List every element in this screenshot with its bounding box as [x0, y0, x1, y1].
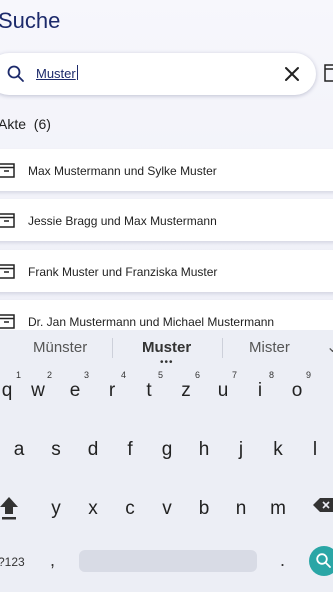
key-w[interactable]: 2w	[22, 370, 54, 408]
backspace-icon[interactable]	[313, 497, 333, 513]
page-title: Suche	[0, 8, 61, 33]
search-field[interactable]: Muster	[0, 53, 316, 95]
archive-icon[interactable]	[324, 63, 333, 83]
archive-box-icon	[0, 163, 15, 178]
section-count: (6)	[33, 116, 51, 132]
key-label: a	[13, 439, 25, 460]
symbols-key[interactable]: ?123	[0, 555, 25, 569]
search-icon	[316, 553, 331, 568]
key-hint: 1	[15, 370, 21, 380]
app-screen: Suche Muster Akte (6) Max Mustermann und…	[0, 0, 333, 330]
list-item-label: Max Mustermann und Sylke Muster	[28, 164, 217, 178]
list-item-label: Dr. Jan Mustermann und Michael Musterman…	[28, 315, 275, 329]
suggestion-bar: Münster Muster ••• Mister ⌄	[0, 330, 333, 368]
archive-box-icon	[0, 264, 15, 279]
list-item[interactable]: Jessie Bragg und Max Mustermann	[0, 199, 333, 241]
comma-key[interactable]: ,	[50, 550, 55, 571]
key-label: e	[69, 380, 81, 401]
key-label: h	[198, 439, 210, 460]
key-label: r	[108, 380, 116, 401]
key-y[interactable]: y	[40, 488, 72, 526]
key-label: b	[198, 498, 210, 519]
section-header: Akte (6)	[0, 116, 51, 132]
key-hint: 8	[268, 370, 274, 380]
key-o[interactable]: 9o	[281, 370, 313, 408]
key-label: s	[51, 439, 61, 460]
key-label: j	[238, 439, 244, 460]
key-label: x	[88, 498, 98, 519]
key-label: k	[273, 439, 283, 460]
key-label: n	[235, 498, 247, 519]
key-j[interactable]: j	[225, 429, 257, 467]
key-u[interactable]: 7u	[207, 370, 239, 408]
key-label: v	[162, 498, 172, 519]
suggestion-divider	[222, 338, 223, 358]
key-g[interactable]: g	[151, 429, 183, 467]
key-label: g	[161, 439, 173, 460]
key-q[interactable]: 1q	[0, 370, 23, 408]
suggestion-right[interactable]: Mister	[249, 339, 290, 356]
suggestion-center[interactable]: Muster	[142, 339, 191, 356]
key-l[interactable]: l	[299, 429, 331, 467]
more-suggestions-dots: •••	[160, 357, 174, 368]
key-label: t	[146, 380, 152, 401]
section-title: Akte	[0, 116, 27, 132]
search-input[interactable]: Muster	[36, 65, 78, 81]
list-item-label: Frank Muster und Franziska Muster	[28, 265, 218, 279]
key-a[interactable]: a	[3, 429, 35, 467]
key-r[interactable]: 4r	[96, 370, 128, 408]
suggestion-divider	[112, 338, 113, 358]
key-label: u	[217, 380, 229, 401]
key-label: m	[270, 498, 286, 519]
key-i[interactable]: 8i	[244, 370, 276, 408]
key-hint: 5	[157, 370, 163, 380]
list-item[interactable]: Dr. Jan Mustermann und Michael Musterman…	[0, 300, 333, 330]
key-label: c	[125, 498, 135, 519]
key-hint: 3	[83, 370, 89, 380]
archive-box-icon	[0, 314, 15, 329]
key-hint: 7	[231, 370, 237, 380]
key-hint: 2	[46, 370, 52, 380]
key-c[interactable]: c	[114, 488, 146, 526]
key-x[interactable]: x	[77, 488, 109, 526]
key-label: w	[31, 380, 45, 401]
list-item[interactable]: Max Mustermann und Sylke Muster	[0, 149, 333, 191]
spacebar[interactable]	[79, 550, 257, 572]
key-label: z	[181, 380, 191, 401]
key-hint: 9	[305, 370, 311, 380]
key-z[interactable]: 6z	[170, 370, 202, 408]
key-s[interactable]: s	[40, 429, 72, 467]
key-d[interactable]: d	[77, 429, 109, 467]
key-m[interactable]: m	[262, 488, 294, 526]
key-hint: 4	[120, 370, 126, 380]
key-label: q	[1, 380, 13, 401]
key-v[interactable]: v	[151, 488, 183, 526]
key-b[interactable]: b	[188, 488, 220, 526]
search-icon	[7, 65, 24, 82]
key-label: o	[291, 380, 303, 401]
close-icon[interactable]	[282, 64, 302, 84]
suggestion-left[interactable]: Münster	[33, 339, 87, 356]
key-n[interactable]: n	[225, 488, 257, 526]
list-item[interactable]: Frank Muster und Franziska Muster	[0, 250, 333, 292]
key-f[interactable]: f	[114, 429, 146, 467]
key-k[interactable]: k	[262, 429, 294, 467]
key-label: d	[87, 439, 99, 460]
key-label: f	[127, 439, 133, 460]
chevron-down-icon[interactable]: ⌄	[326, 337, 333, 357]
list-item-label: Jessie Bragg und Max Mustermann	[28, 214, 217, 228]
key-h[interactable]: h	[188, 429, 220, 467]
archive-box-icon	[0, 213, 15, 228]
key-e[interactable]: 3e	[59, 370, 91, 408]
on-screen-keyboard: Münster Muster ••• Mister ⌄ 1q 2w 3e 4r …	[0, 330, 333, 592]
period-key[interactable]: .	[280, 550, 285, 571]
key-t[interactable]: 5t	[133, 370, 165, 408]
keyboard-search-button[interactable]	[309, 546, 333, 576]
key-hint: 6	[194, 370, 200, 380]
key-label: y	[51, 498, 61, 519]
key-label: i	[257, 380, 263, 401]
key-label: l	[312, 439, 318, 460]
shift-icon[interactable]	[0, 495, 20, 521]
